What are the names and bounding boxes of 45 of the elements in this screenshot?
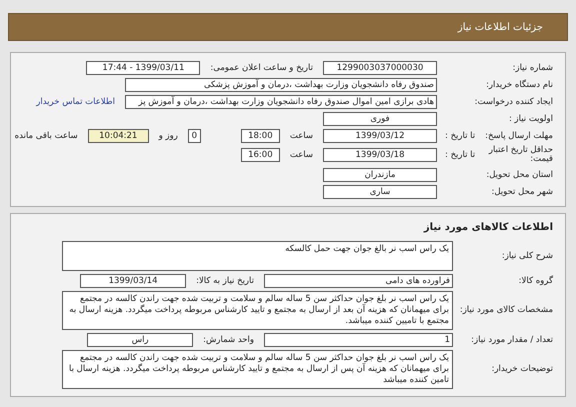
field-label: شرح کلی نیاز: <box>500 250 553 261</box>
text-field[interactable]: ساری <box>323 184 437 199</box>
field-label: اولویت نیاز : <box>508 114 553 124</box>
field-label: تا تاریخ : <box>445 150 476 160</box>
field-label: مهلت ارسال پاسخ: <box>484 131 553 141</box>
text-area[interactable]: یک راس اسب نر بلغ جوان حداکثر سن 5 ساله سالم و سلامت و تربیت شده جهت راندن کالسه در مجتمع برای میهمانان که هزینه آن بعد از ارسال به مجتمع و تایید کارشناس مربوطه پرداخت میگردد. هزینه ارسال به مجتمع با تامیین کننده میباشد. <box>62 290 453 330</box>
text-field[interactable]: راس <box>87 332 194 347</box>
text-field[interactable]: 16:00 <box>240 148 280 162</box>
text-field[interactable]: 0 <box>188 129 201 143</box>
text-field[interactable]: 1 <box>264 332 453 347</box>
text-field[interactable]: فوری <box>323 112 437 126</box>
field-label: استان محل تحویل: <box>485 170 553 180</box>
text-field[interactable]: هادی برازی امین اموال صندوق رفاه دانشجویان وزارت بهداشت ،درمان و آموزش پز <box>125 95 437 109</box>
field-label: تاریخ و ساعت اعلان عمومی: <box>210 63 313 73</box>
field-label: توضیحات خریدار: <box>490 364 553 374</box>
field-label: شهر محل تحویل: <box>490 186 553 197</box>
text-area[interactable]: یک راس اسب نر بالغ جوان جهت حمل کالسکه <box>62 240 453 271</box>
text-field[interactable]: صندوق رفاه دانشجویان وزارت بهداشت ،درمان و آموزش پزشکی <box>125 78 437 92</box>
text-field[interactable]: مازندران <box>323 168 437 182</box>
field-label: ایجاد کننده درخواست: <box>474 97 553 107</box>
field-label: واحد شمارش: <box>203 334 254 345</box>
field-label: گروه کالا: <box>518 276 553 286</box>
text-field[interactable]: فراورده های دامی <box>264 274 453 288</box>
text-field[interactable]: 1399/03/18 <box>323 148 437 162</box>
countdown-field[interactable]: 10:04:21 <box>88 129 149 143</box>
field-label: مشخصات کالای مورد نیاز: <box>458 305 553 316</box>
field-label: ساعت <box>290 150 313 160</box>
section-title: اطلاعات کالاهای مورد نیاز <box>422 220 554 235</box>
field-label: شماره نیاز: <box>512 63 553 73</box>
field-label: تعداد / مقدار مورد نیاز: <box>470 334 553 345</box>
text-field[interactable]: 1399/03/11 - 17:44 <box>86 61 200 75</box>
field-label: روز و <box>158 131 178 141</box>
text-field[interactable]: 1399/03/14 <box>80 274 186 288</box>
contact-link[interactable]: اطلاعات تماس خریدار <box>36 97 115 107</box>
field-label: حداقل تاریخ اعتبار قیمت: <box>488 146 553 165</box>
text-field[interactable]: 18:00 <box>240 129 280 143</box>
text-area[interactable]: یک راس اسب نر بلغ جوان حداکثر سن 5 ساله سالم و سلامت و تربیت شده جهت راندن کالسه در مجتمع برای میهمانان که هزینه آن پس از ارسال به مجتمع و تایید کارشناس مربوطه پرداخت میگردد. هزینه ارسال با تامین کننده میباشد <box>62 350 453 389</box>
field-label: تا تاریخ : <box>445 131 476 141</box>
header-title: جزئیات اطلاعات نیاز <box>458 22 543 32</box>
text-field[interactable]: 1399/03/12 <box>323 129 437 143</box>
field-label: ساعت باقی مانده <box>14 131 78 141</box>
text-field[interactable]: 1299003037000030 <box>323 61 437 75</box>
field-label: ساعت <box>290 131 313 141</box>
field-label: نام دستگاه خریدار: <box>485 80 553 90</box>
field-label: تاریخ نیاز به کالا: <box>196 276 254 286</box>
